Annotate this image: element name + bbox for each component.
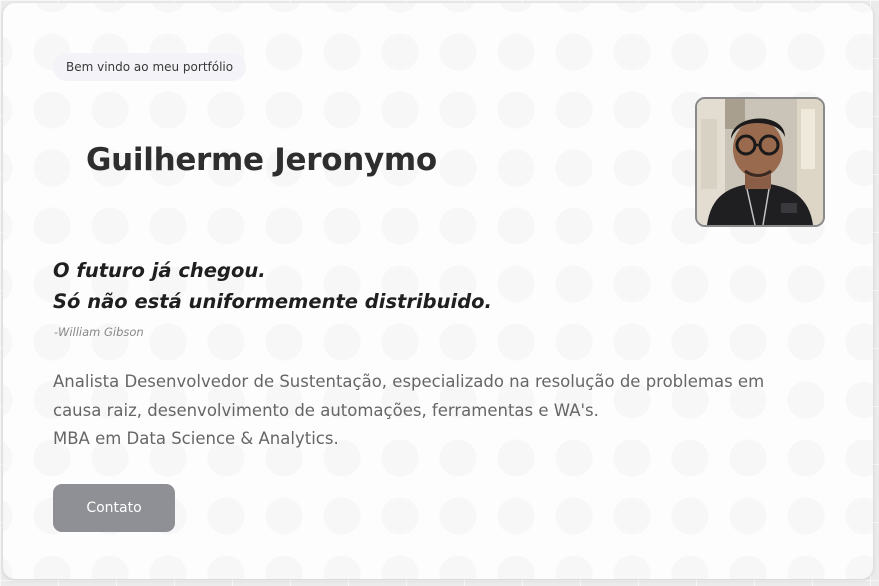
welcome-badge: Bem vindo ao meu portfólio: [53, 53, 247, 81]
avatar-photo: [697, 99, 823, 225]
page-title: Guilherme Jeronymo: [86, 142, 437, 178]
bio-line-1: Analista Desenvolvedor de Sustentação, e…: [53, 372, 765, 391]
quote-line-2: Só não está uniformemente distribuido.: [53, 290, 492, 313]
bio-line-2: causa raiz, desenvolvimento de automaçõe…: [53, 400, 599, 420]
quote-author: -William Gibson: [54, 325, 144, 339]
portfolio-card: Bem vindo ao meu portfólio Guilherme Jer…: [3, 3, 873, 579]
quote: O futuro já chegou. Só não está uniforme…: [53, 255, 492, 317]
bio-text: Analista Desenvolvedor de Sustentação, e…: [53, 368, 843, 454]
quote-line-1: O futuro já chegou.: [53, 259, 266, 282]
avatar: [695, 97, 825, 227]
contact-button[interactable]: Contato: [53, 484, 175, 532]
bio-line-3: MBA em Data Science & Analytics.: [53, 429, 339, 448]
